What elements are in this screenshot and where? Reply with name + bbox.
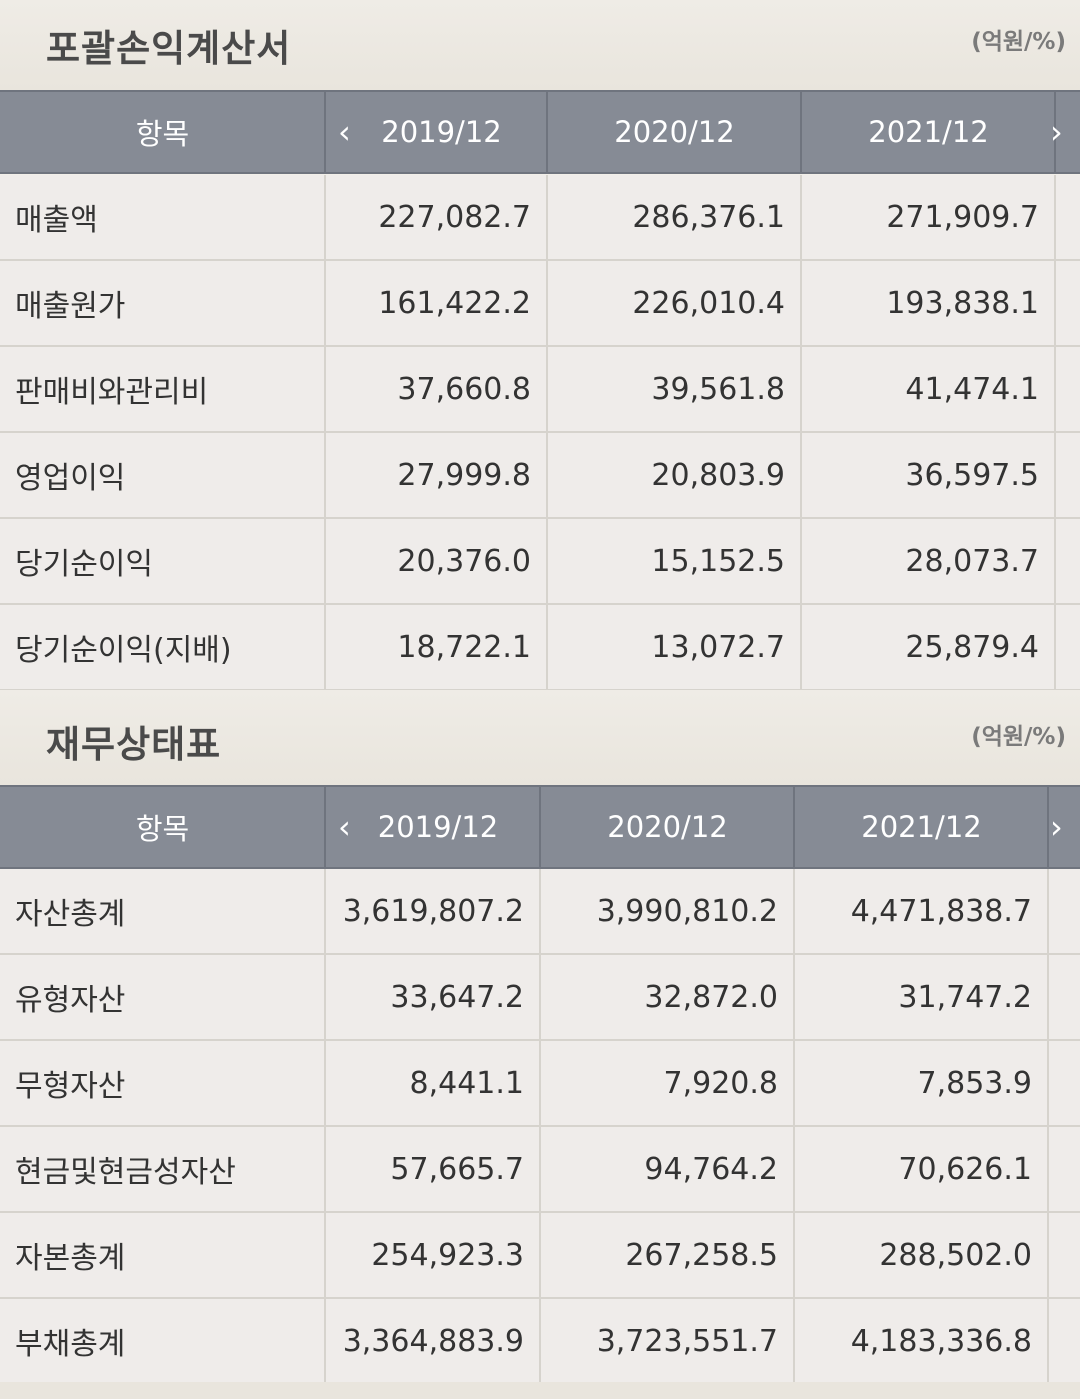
value-cell: 27,999.8	[397, 457, 531, 493]
value-cell: 25,879.4	[905, 629, 1039, 665]
value-cell: 37,660.8	[397, 371, 531, 407]
column-header-item: 항목	[0, 787, 325, 867]
table-row: 무형자산 8,441.1 7,920.8 7,853.9	[0, 1041, 1080, 1127]
row-label: 현금및현금성자산	[15, 1155, 236, 1190]
period-label: 2019/12	[377, 810, 499, 844]
value-cell: 3,364,883.9	[342, 1323, 524, 1359]
table-row: 부채총계 3,364,883.9 3,723,551.7 4,183,336.8	[0, 1299, 1080, 1385]
row-label: 매출액	[15, 203, 98, 238]
table-row: 유형자산 33,647.2 32,872.0 31,747.2	[0, 955, 1080, 1041]
value-cell: 4,471,838.7	[850, 893, 1032, 929]
period-label: 2020/12	[607, 810, 728, 844]
value-cell: 18,722.1	[397, 629, 531, 665]
table-row: 당기순이익 20,376.0 15,152.5 28,073.7	[0, 519, 1080, 605]
value-cell: 36,597.5	[905, 457, 1039, 493]
value-cell: 33,647.2	[390, 979, 524, 1015]
column-header-period-2: 2020/12	[541, 787, 794, 867]
balance-sheet-table-header: 항목 ‹ 2019/12 2020/12 2021/12 ›	[0, 785, 1080, 869]
value-cell: 8,441.1	[409, 1065, 524, 1101]
value-cell: 267,258.5	[625, 1237, 778, 1273]
value-cell: 3,723,551.7	[596, 1323, 778, 1359]
section-title-income-statement: 포괄손익계산서	[46, 27, 292, 70]
value-cell: 271,909.7	[886, 199, 1039, 235]
table-row: 자산총계 3,619,807.2 3,990,810.2 4,471,838.7	[0, 869, 1080, 955]
value-cell: 7,853.9	[917, 1065, 1032, 1101]
table-row: 자본총계 254,923.3 267,258.5 288,502.0	[0, 1213, 1080, 1299]
value-cell: 254,923.3	[371, 1237, 524, 1273]
column-header-period-3: 2021/12	[802, 92, 1055, 172]
value-cell: 161,422.2	[378, 285, 531, 321]
value-cell: 13,072.7	[651, 629, 785, 665]
value-cell: 39,561.8	[651, 371, 785, 407]
value-cell: 70,626.1	[898, 1151, 1032, 1187]
row-label: 영업이익	[15, 461, 126, 496]
table-row: 판매비와관리비 37,660.8 39,561.8 41,474.1	[0, 347, 1080, 433]
value-cell: 41,474.1	[905, 371, 1039, 407]
value-cell: 31,747.2	[898, 979, 1032, 1015]
value-cell: 3,619,807.2	[342, 893, 524, 929]
section-title-balance-sheet: 재무상태표	[46, 723, 222, 766]
row-label: 판매비와관리비	[15, 375, 209, 410]
column-header-item-label: 항목	[135, 117, 190, 151]
period-label: 2021/12	[868, 115, 989, 149]
chevron-right-icon[interactable]: ›	[1050, 116, 1063, 148]
value-cell: 4,183,336.8	[850, 1323, 1032, 1359]
period-label: 2021/12	[861, 810, 982, 844]
unit-label: (억원/%)	[971, 29, 1066, 55]
row-label: 자본총계	[15, 1241, 126, 1276]
column-header-period-1[interactable]: ‹ 2019/12	[326, 787, 540, 867]
column-header-item: 항목	[0, 92, 325, 172]
value-cell: 20,376.0	[397, 543, 531, 579]
table-row: 당기순이익(지배) 18,722.1 13,072.7 25,879.4	[0, 605, 1080, 691]
row-label: 당기순이익(지배)	[15, 633, 232, 668]
column-header-period-3: 2021/12	[795, 787, 1048, 867]
value-cell: 288,502.0	[879, 1237, 1032, 1273]
row-label: 당기순이익	[15, 547, 153, 582]
value-cell: 15,152.5	[651, 543, 785, 579]
row-label: 무형자산	[15, 1069, 126, 1104]
value-cell: 7,920.8	[663, 1065, 778, 1101]
value-cell: 226,010.4	[632, 285, 785, 321]
table-row: 현금및현금성자산 57,665.7 94,764.2 70,626.1	[0, 1127, 1080, 1213]
value-cell: 28,073.7	[905, 543, 1039, 579]
table-row: 매출원가 161,422.2 226,010.4 193,838.1	[0, 261, 1080, 347]
bottom-divider	[0, 1382, 1080, 1399]
table-row: 영업이익 27,999.8 20,803.9 36,597.5	[0, 433, 1080, 519]
chevron-left-icon[interactable]: ‹	[338, 811, 351, 843]
column-header-period-1[interactable]: ‹ 2019/12	[326, 92, 547, 172]
row-label: 매출원가	[15, 289, 126, 324]
chevron-right-icon[interactable]: ›	[1050, 811, 1063, 843]
unit-label: (억원/%)	[971, 724, 1066, 750]
value-cell: 227,082.7	[378, 199, 531, 235]
value-cell: 286,376.1	[632, 199, 785, 235]
value-cell: 32,872.0	[644, 979, 778, 1015]
period-label: 2020/12	[614, 115, 735, 149]
column-header-period-2: 2020/12	[548, 92, 801, 172]
value-cell: 57,665.7	[390, 1151, 524, 1187]
value-cell: 3,990,810.2	[596, 893, 778, 929]
period-label: 2019/12	[381, 115, 502, 149]
income-statement-table-header: 항목 ‹ 2019/12 2020/12 2021/12 ›	[0, 90, 1080, 174]
table-row: 매출액 227,082.7 286,376.1 271,909.7	[0, 175, 1080, 261]
row-label: 자산총계	[15, 897, 126, 932]
income-statement-header: 포괄손익계산서 (억원/%)	[0, 0, 1080, 90]
value-cell: 193,838.1	[886, 285, 1039, 321]
value-cell: 20,803.9	[651, 457, 785, 493]
chevron-left-icon[interactable]: ‹	[338, 116, 351, 148]
row-label: 유형자산	[15, 983, 126, 1018]
row-label: 부채총계	[15, 1327, 126, 1362]
value-cell: 94,764.2	[644, 1151, 778, 1187]
balance-sheet-header: 재무상태표 (억원/%)	[0, 690, 1080, 785]
column-header-item-label: 항목	[135, 812, 190, 846]
